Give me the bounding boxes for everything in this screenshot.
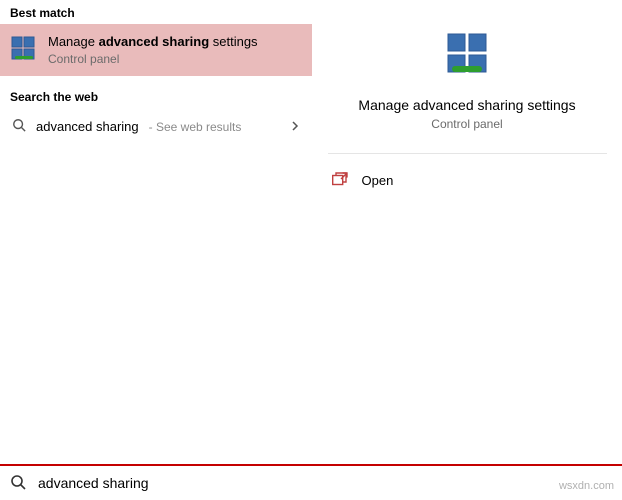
search-bar xyxy=(0,464,622,500)
open-label: Open xyxy=(362,173,394,188)
results-panel: Best match Manage advanced sharing setti… xyxy=(0,0,312,464)
search-icon xyxy=(10,474,26,493)
best-match-result[interactable]: Manage advanced sharing settings Control… xyxy=(0,24,312,76)
web-hint: - See web results xyxy=(149,120,242,134)
chevron-right-icon xyxy=(290,120,300,134)
details-panel: Manage advanced sharing settings Control… xyxy=(312,0,622,464)
web-query: advanced sharing xyxy=(36,119,139,134)
section-header-web: Search the web xyxy=(0,84,312,108)
best-match-text: Manage advanced sharing settings Control… xyxy=(48,34,258,66)
search-input[interactable] xyxy=(36,474,612,492)
search-icon xyxy=(12,118,26,135)
divider xyxy=(328,153,607,154)
best-match-subtitle: Control panel xyxy=(48,52,258,66)
sharing-settings-large-icon xyxy=(444,30,490,79)
section-header-best-match: Best match xyxy=(0,0,312,24)
best-match-title-prefix: Manage xyxy=(48,34,99,49)
details-title: Manage advanced sharing settings xyxy=(358,97,575,113)
details-subtitle: Control panel xyxy=(431,117,502,131)
sharing-settings-icon xyxy=(10,34,38,62)
best-match-title-bold: advanced sharing xyxy=(99,34,210,49)
best-match-title-suffix: settings xyxy=(209,34,257,49)
open-icon xyxy=(332,172,348,189)
web-search-result[interactable]: advanced sharing - See web results xyxy=(0,108,312,145)
open-action[interactable]: Open xyxy=(328,164,607,197)
